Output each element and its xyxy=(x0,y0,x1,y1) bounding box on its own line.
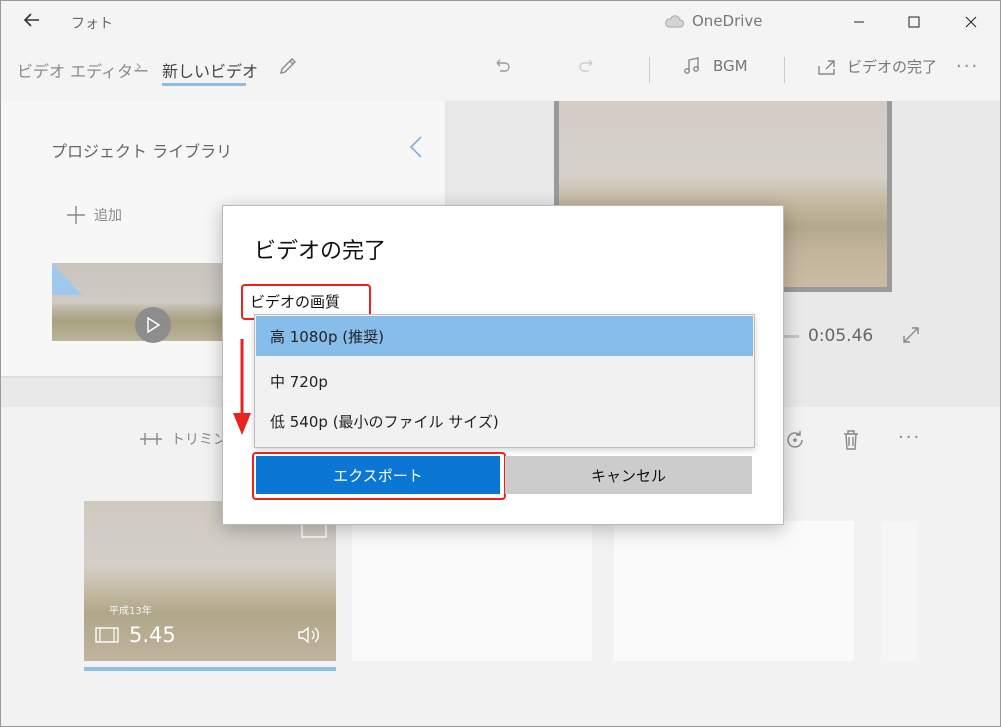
breadcrumb-video-editor[interactable]: ビデオ エディター xyxy=(17,58,149,82)
film-icon xyxy=(95,627,119,643)
play-button[interactable] xyxy=(135,307,171,343)
toolbar-divider xyxy=(784,57,785,83)
finish-video-label: ビデオの完了 xyxy=(847,58,938,76)
finish-video-button[interactable]: ビデオの完了 xyxy=(817,56,937,77)
project-library-title: プロジェクト ライブラリ xyxy=(51,142,233,161)
back-arrow-icon xyxy=(23,13,39,27)
pencil-icon xyxy=(280,58,296,74)
thumbnail-corner-marker xyxy=(52,263,82,295)
playback-time: 0:05.46 xyxy=(808,326,874,346)
maximize-icon xyxy=(908,16,920,28)
clip-duration-value: 5.45 xyxy=(129,623,176,647)
rotate-icon xyxy=(787,431,803,448)
share-export-icon xyxy=(818,59,835,75)
cancel-button[interactable]: キャンセル xyxy=(505,456,752,494)
undo-icon xyxy=(496,59,510,72)
breadcrumb-new-video[interactable]: 新しいビデオ xyxy=(162,58,258,82)
breadcrumb-underline xyxy=(162,83,246,86)
add-media-label: 追加 xyxy=(94,208,122,224)
finish-video-dialog: ビデオの完了 ビデオの画質 高 1080p (推奨) 中 720p 低 540p… xyxy=(222,205,784,525)
title-bar: フォト OneDrive xyxy=(1,1,1000,43)
delete-button[interactable] xyxy=(841,429,861,455)
minimize-button[interactable] xyxy=(839,7,879,37)
clip-date-overlay: 平成13年 xyxy=(109,606,152,617)
clip-duration: 5.45 xyxy=(95,623,176,647)
back-button[interactable] xyxy=(17,9,47,35)
empty-clip-slot xyxy=(352,521,592,661)
empty-clip-slot xyxy=(614,521,854,661)
breadcrumb-separator-icon: › xyxy=(135,56,143,77)
music-note-icon xyxy=(684,57,699,74)
clip-volume-button[interactable] xyxy=(297,625,323,649)
rename-button[interactable] xyxy=(277,55,299,81)
collapse-library-icon[interactable] xyxy=(409,135,423,165)
play-icon xyxy=(147,317,160,333)
clip-selected-indicator xyxy=(84,667,336,671)
plus-icon xyxy=(67,206,85,224)
onedrive-status[interactable]: OneDrive xyxy=(664,12,763,30)
close-button[interactable] xyxy=(951,7,991,37)
app-title: フォト xyxy=(71,16,113,32)
undo-button[interactable] xyxy=(491,55,513,81)
redo-button[interactable] xyxy=(576,55,598,81)
empty-clip-slot xyxy=(881,521,917,661)
minimize-icon xyxy=(854,21,864,23)
app-window: フォト OneDrive ビデオ エディター › 新しいビデオ BGM ビデオの… xyxy=(0,0,1001,727)
speaker-icon xyxy=(298,626,319,644)
editor-toolbar: ビデオ エディター › 新しいビデオ BGM ビデオの完了 ··· xyxy=(1,43,1000,101)
onedrive-label: OneDrive xyxy=(692,12,763,30)
annotation-arrow-icon xyxy=(233,339,251,435)
quality-option-high[interactable]: 高 1080p (推奨) xyxy=(256,316,753,356)
rotate-button[interactable] xyxy=(784,429,806,455)
bgm-button[interactable]: BGM xyxy=(683,56,748,76)
add-media-button[interactable]: 追加 xyxy=(66,205,122,225)
redo-icon xyxy=(579,59,593,72)
maximize-button[interactable] xyxy=(894,7,934,37)
more-options-icon[interactable]: ··· xyxy=(956,56,979,77)
video-quality-dropdown[interactable]: 高 1080p (推奨) 中 720p 低 540p (最小のファイル サイズ) xyxy=(254,314,755,448)
expand-icon xyxy=(903,327,919,343)
cloud-icon xyxy=(665,15,684,28)
storyboard-more-icon[interactable]: ··· xyxy=(898,427,921,448)
annotation-highlight-box xyxy=(252,452,506,500)
toolbar-divider xyxy=(649,57,650,83)
trash-icon xyxy=(844,430,858,450)
bgm-label: BGM xyxy=(713,57,748,75)
quality-option-low[interactable]: 低 540p (最小のファイル サイズ) xyxy=(256,401,753,441)
trim-icon xyxy=(140,433,162,445)
fullscreen-button[interactable] xyxy=(901,325,921,349)
close-icon xyxy=(965,16,977,28)
dialog-title: ビデオの完了 xyxy=(254,239,387,264)
quality-option-medium[interactable]: 中 720p xyxy=(256,361,753,401)
